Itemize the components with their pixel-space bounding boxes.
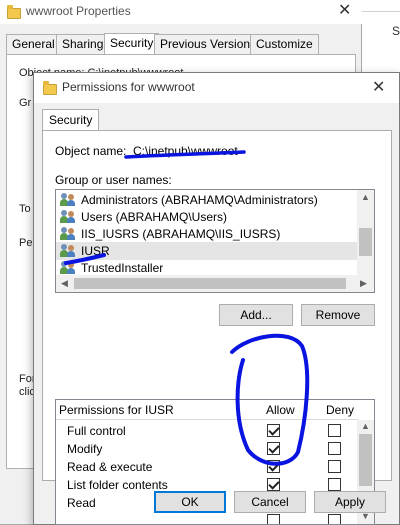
tab-security[interactable]: Security bbox=[104, 33, 160, 55]
permission-row: Read & execute bbox=[56, 458, 358, 476]
user-group-icon bbox=[60, 244, 78, 258]
permission-label: List folder contents bbox=[67, 478, 168, 492]
user-list-horizontal-scrollbar[interactable]: ◀ ▶ bbox=[56, 275, 374, 292]
permission-row-partial bbox=[56, 512, 358, 524]
folder-icon bbox=[7, 5, 21, 19]
scroll-down-icon[interactable]: ▼ bbox=[361, 512, 370, 521]
deny-checkbox[interactable] bbox=[328, 478, 341, 491]
background-divider bbox=[362, 0, 400, 12]
header-divider bbox=[56, 419, 358, 420]
tab-previous-versions[interactable]: Previous Versions bbox=[154, 34, 263, 54]
user-label: TrustedInstaller bbox=[81, 261, 164, 275]
deny-checkbox[interactable] bbox=[328, 424, 341, 437]
permission-row: Full control bbox=[56, 422, 358, 440]
scroll-right-icon[interactable]: ▶ bbox=[360, 279, 367, 288]
user-label: Users (ABRAHAMQ\Users) bbox=[81, 210, 228, 224]
ok-button[interactable]: OK bbox=[154, 491, 226, 513]
permissions-dialog-title: Permissions for wwwroot bbox=[62, 80, 195, 94]
tab-security[interactable]: Security bbox=[42, 109, 100, 131]
close-icon[interactable]: ✕ bbox=[338, 3, 351, 19]
allow-checkbox[interactable] bbox=[267, 514, 280, 524]
allow-column-header: Allow bbox=[266, 403, 295, 417]
user-label: IUSR bbox=[81, 244, 110, 258]
permissions-for-label: Permissions for IUSR bbox=[59, 403, 174, 417]
scroll-left-icon[interactable]: ◀ bbox=[61, 279, 68, 288]
properties-titlebar: wwwroot Properties ✕ bbox=[0, 0, 362, 24]
permissions-fragment: Pe bbox=[19, 237, 33, 249]
deny-checkbox[interactable] bbox=[328, 460, 341, 473]
background-text-fragment: S bbox=[392, 24, 400, 38]
scrollbar-thumb[interactable] bbox=[74, 278, 346, 289]
user-group-icon bbox=[60, 193, 78, 207]
user-list[interactable]: Administrators (ABRAHAMQ\Administrators)… bbox=[55, 189, 375, 293]
tab-general[interactable]: General bbox=[6, 34, 61, 54]
properties-window-title: wwwroot Properties bbox=[26, 4, 131, 18]
folder-icon bbox=[43, 81, 57, 95]
scroll-up-icon[interactable]: ▲ bbox=[361, 193, 370, 202]
deny-checkbox[interactable] bbox=[328, 442, 341, 455]
permissions-titlebar: Permissions for wwwroot ✕ bbox=[34, 73, 399, 103]
user-label: Administrators (ABRAHAMQ\Administrators) bbox=[81, 193, 318, 207]
user-list-vertical-scrollbar[interactable]: ▲ bbox=[357, 190, 374, 276]
allow-checkbox[interactable] bbox=[267, 424, 280, 437]
permission-label: Full control bbox=[67, 424, 126, 438]
user-group-icon bbox=[60, 227, 78, 241]
tab-customize[interactable]: Customize bbox=[250, 34, 319, 54]
scroll-up-icon[interactable]: ▲ bbox=[361, 422, 370, 431]
cancel-button[interactable]: Cancel bbox=[234, 491, 306, 513]
deny-checkbox[interactable] bbox=[328, 514, 341, 524]
user-group-icon bbox=[60, 261, 78, 275]
remove-button[interactable]: Remove bbox=[301, 304, 375, 326]
add-button[interactable]: Add... bbox=[219, 304, 293, 326]
to-change-fragment: To bbox=[19, 203, 31, 215]
user-label: IIS_IUSRS (ABRAHAMQ\IIS_IUSRS) bbox=[81, 227, 281, 241]
scrollbar-thumb[interactable] bbox=[359, 434, 372, 486]
user-group-icon bbox=[60, 210, 78, 224]
list-item[interactable]: Administrators (ABRAHAMQ\Administrators) bbox=[56, 191, 358, 209]
close-icon[interactable]: ✕ bbox=[372, 80, 385, 96]
list-item[interactable]: IIS_IUSRS (ABRAHAMQ\IIS_IUSRS) bbox=[56, 225, 358, 243]
tab-sharing[interactable]: Sharing bbox=[56, 34, 110, 54]
security-panel: Object name: C:\inetpub\wwwroot Group or… bbox=[42, 130, 392, 525]
permissions-dialog: Permissions for wwwroot ✕ Security Objec… bbox=[33, 72, 400, 525]
list-item[interactable]: Users (ABRAHAMQ\Users) bbox=[56, 208, 358, 226]
deny-column-header: Deny bbox=[326, 403, 355, 417]
allow-checkbox[interactable] bbox=[267, 460, 280, 473]
scrollbar-thumb[interactable] bbox=[359, 228, 372, 256]
permission-label: Read bbox=[67, 496, 96, 510]
permission-label: Read & execute bbox=[67, 460, 153, 474]
allow-checkbox[interactable] bbox=[267, 478, 280, 491]
object-name-label: Object name: bbox=[55, 144, 127, 158]
permission-row: Modify bbox=[56, 440, 358, 458]
permission-label: Modify bbox=[67, 442, 103, 456]
apply-button[interactable]: Apply bbox=[314, 491, 386, 513]
group-label-fragment: Gr bbox=[19, 97, 32, 109]
list-item-selected[interactable]: IUSR bbox=[56, 242, 358, 260]
object-name-value: C:\inetpub\wwwroot bbox=[133, 144, 238, 158]
group-user-names-label: Group or user names: bbox=[55, 173, 172, 187]
allow-checkbox[interactable] bbox=[267, 442, 280, 455]
